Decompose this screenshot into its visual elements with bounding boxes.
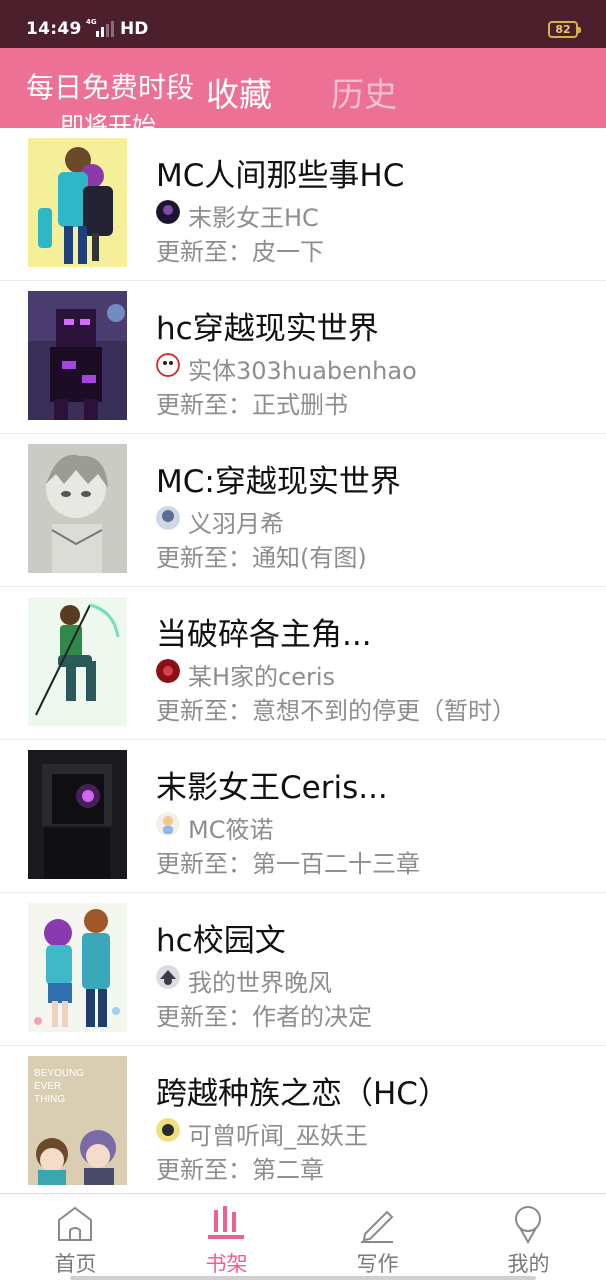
home-icon <box>58 1206 92 1241</box>
author-avatar <box>156 353 180 377</box>
nav-label: 书架 <box>205 1252 248 1276</box>
bottom-nav: 首页 书架 写作 我的 <box>0 1193 606 1280</box>
book-item[interactable]: MC人间那些事HC 末影女王HC 更新至：皮一下 <box>0 128 606 281</box>
signal-icon: 4G <box>86 18 118 40</box>
book-item[interactable]: hc穿越现实世界 实体303huabenhao 更新至：正式删书 <box>0 281 606 434</box>
tab-history[interactable]: 历史 <box>331 68 397 116</box>
cover-text-line: BEYOUNG <box>34 1068 84 1079</box>
book-title: hc穿越现实世界 <box>156 311 379 347</box>
book-item[interactable]: 末影女王Ceris... MC筱诺 更新至：第一百二十三章 <box>0 740 606 893</box>
book-title: hc校园文 <box>156 923 286 959</box>
nav-label: 首页 <box>54 1252 97 1276</box>
home-indicator <box>70 1276 536 1280</box>
author-name: 某H家的ceris <box>188 663 336 691</box>
book-update: 更新至：皮一下 <box>156 238 324 266</box>
free-period-banner-subtitle[interactable]: 即将开始 <box>60 106 156 128</box>
author-name: 实体303huabenhao <box>188 357 417 385</box>
nav-label: 写作 <box>356 1252 399 1276</box>
nav-label: 我的 <box>507 1252 550 1276</box>
author-avatar <box>156 200 180 224</box>
profile-icon <box>515 1206 541 1244</box>
book-cover[interactable] <box>28 444 127 573</box>
pencil-icon <box>361 1210 394 1243</box>
author-name: 义羽月希 <box>188 510 284 538</box>
author-name: 我的世界晚风 <box>188 969 332 997</box>
book-item[interactable]: hc校园文 我的世界晚风 更新至：作者的决定 <box>0 893 606 1046</box>
author-avatar <box>156 812 180 836</box>
book-title: 当破碎各主角... <box>156 617 372 653</box>
nav-home[interactable]: 首页 <box>0 1194 151 1280</box>
nav-profile[interactable]: 我的 <box>453 1194 604 1280</box>
author-avatar <box>156 965 180 989</box>
app-header: 每日免费时段 即将开始 收藏 历史 <box>0 48 606 128</box>
book-update: 更新至：正式删书 <box>156 391 348 419</box>
tab-favorites[interactable]: 收藏 <box>206 68 272 116</box>
book-update: 更新至：第二章 <box>156 1156 324 1184</box>
book-cover[interactable] <box>28 903 127 1032</box>
book-update: 更新至：作者的决定 <box>156 1003 372 1031</box>
bookshelf-icon <box>208 1206 244 1239</box>
status-time: 14:49 <box>26 19 82 39</box>
author-name: 可曾听闻_巫妖王 <box>188 1122 368 1150</box>
status-bar: 14:49 4G HD 82 <box>0 0 606 48</box>
book-item[interactable]: MC:穿越现实世界 义羽月希 更新至：通知(有图) <box>0 434 606 587</box>
battery-icon: 82 <box>548 21 581 38</box>
battery-level: 82 <box>555 23 571 36</box>
author-name: MC筱诺 <box>188 816 274 844</box>
author-avatar <box>156 659 180 683</box>
author-avatar <box>156 1118 180 1142</box>
cover-text-line: EVER <box>34 1081 61 1092</box>
book-item[interactable]: BEYOUNG EVER THING 跨越种族之恋（HC） 可曾听闻_巫妖王 更… <box>0 1046 606 1199</box>
author-name: 末影女王HC <box>188 204 319 232</box>
book-list: MC人间那些事HC 末影女王HC 更新至：皮一下 hc穿越现实世界 实体303h… <box>0 128 606 1199</box>
book-cover[interactable]: BEYOUNG EVER THING <box>28 1056 127 1185</box>
cover-text-line: THING <box>34 1094 65 1105</box>
book-title: MC人间那些事HC <box>156 158 405 194</box>
book-update: 更新至：通知(有图) <box>156 544 367 572</box>
nav-bookshelf[interactable]: 书架 <box>151 1194 302 1280</box>
free-period-banner[interactable]: 每日免费时段 <box>26 66 194 106</box>
hd-indicator: HD <box>120 19 149 39</box>
book-item[interactable]: 当破碎各主角... 某H家的ceris 更新至：意想不到的停更（暂时） <box>0 587 606 740</box>
book-cover[interactable] <box>28 138 127 267</box>
book-update: 更新至：意想不到的停更（暂时） <box>156 697 516 725</box>
author-avatar <box>156 506 180 530</box>
book-cover[interactable] <box>28 597 127 726</box>
book-title: MC:穿越现实世界 <box>156 464 401 500</box>
book-update: 更新至：第一百二十三章 <box>156 850 420 878</box>
book-cover[interactable] <box>28 291 127 420</box>
book-title: 末影女王Ceris... <box>156 770 388 806</box>
book-cover[interactable] <box>28 750 127 879</box>
nav-write[interactable]: 写作 <box>302 1194 453 1280</box>
book-title: 跨越种族之恋（HC） <box>156 1076 449 1112</box>
